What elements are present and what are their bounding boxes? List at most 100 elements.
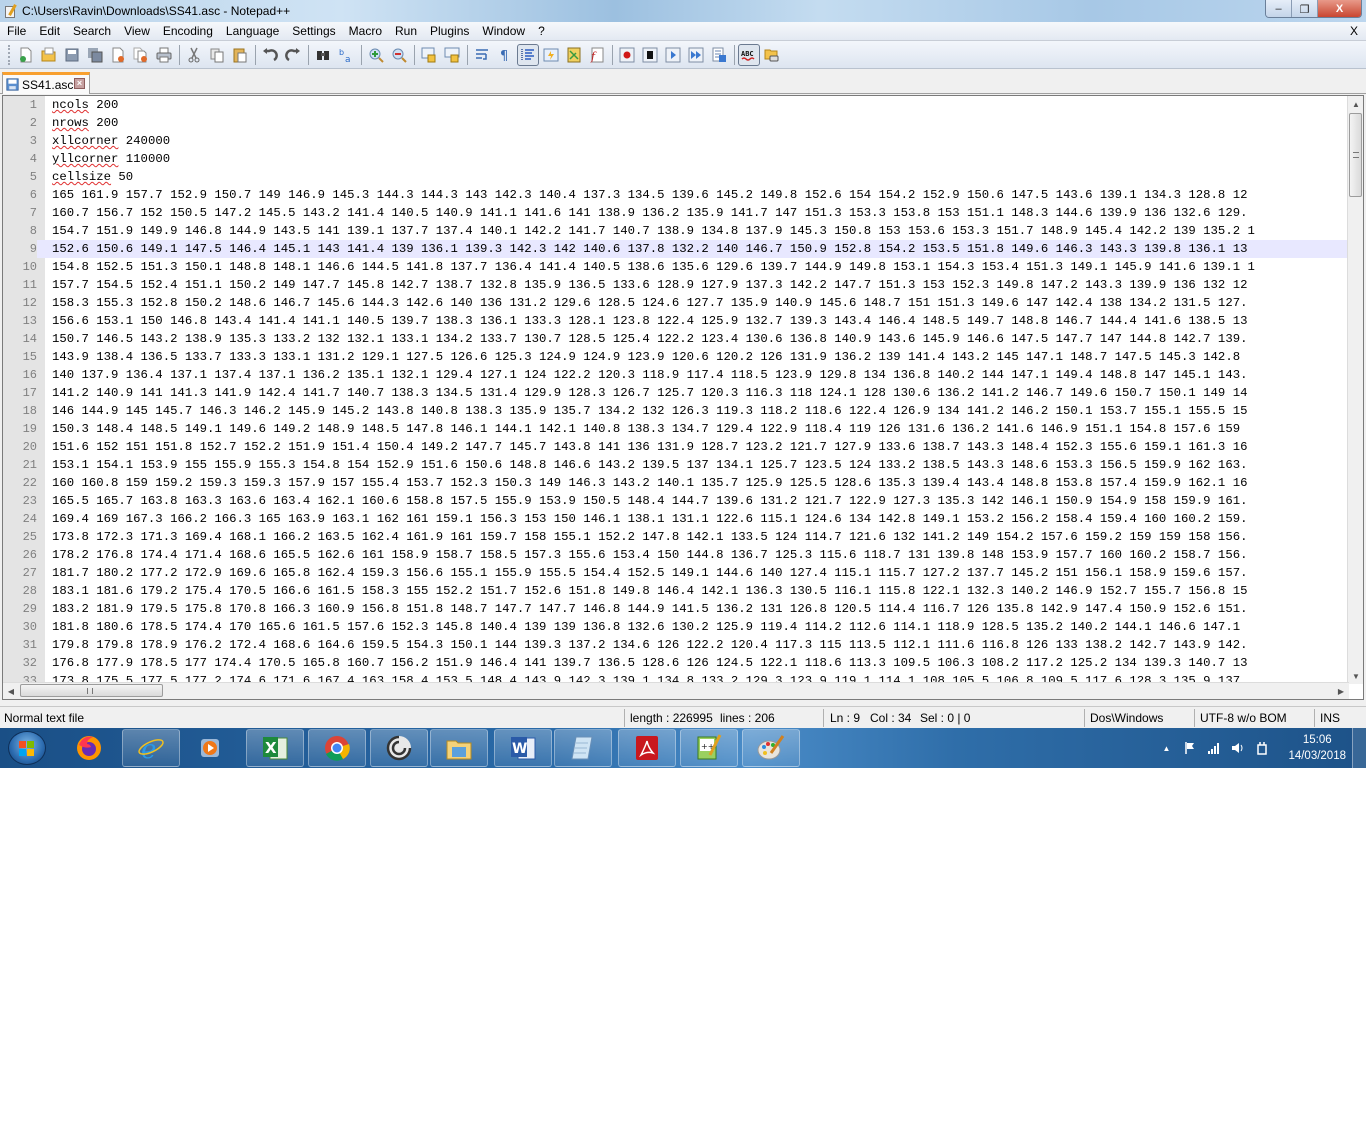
find-button[interactable] [312, 44, 334, 66]
user-defined-language-button[interactable] [540, 44, 562, 66]
text-editor[interactable]: 1 ncols 200 2 nrows 200 3 xllcorner 240000 4 yl… [2, 95, 1364, 700]
editor-line[interactable]: 25 173.8 172.3 171.3 169.4 168.1 166.2 16… [3, 528, 1349, 546]
taskbar-file-explorer[interactable] [430, 729, 488, 767]
play-macro-button[interactable] [662, 44, 684, 66]
scroll-down-arrow-icon[interactable]: ▼ [1348, 668, 1364, 684]
save-all-button[interactable] [84, 44, 106, 66]
show-desktop-button[interactable] [1352, 728, 1366, 768]
stop-recording-button[interactable] [639, 44, 661, 66]
editor-line[interactable]: 11 157.7 154.5 152.4 151.1 150.2 149 147.… [3, 276, 1349, 294]
editor-line[interactable]: 30 181.8 180.6 178.5 174.4 170 165.6 161.… [3, 618, 1349, 636]
network-signal-icon[interactable] [1207, 741, 1221, 755]
editor-line[interactable]: 32 176.8 177.9 178.5 177 174.4 170.5 165.… [3, 654, 1349, 672]
taskbar-acrobat-reader[interactable] [618, 729, 676, 767]
show-hidden-icons-button[interactable]: ▲ [1159, 741, 1173, 755]
close-all-button[interactable] [130, 44, 152, 66]
run-macro-multiple-button[interactable] [685, 44, 707, 66]
zoom-in-button[interactable] [365, 44, 387, 66]
document-map-button[interactable] [563, 44, 585, 66]
menu-help[interactable]: ? [531, 24, 551, 38]
undo-button[interactable] [259, 44, 281, 66]
menu-encoding[interactable]: Encoding [156, 24, 219, 38]
volume-icon[interactable] [1231, 741, 1245, 755]
taskbar-word[interactable]: W [494, 729, 552, 767]
vertical-scroll-thumb[interactable] [1349, 113, 1362, 197]
editor-line[interactable]: 17 141.2 140.9 141 141.3 141.9 142.4 141.… [3, 384, 1349, 402]
record-macro-button[interactable] [616, 44, 638, 66]
editor-line[interactable]: 19 150.3 148.4 148.5 149.1 149.6 149.2 14… [3, 420, 1349, 438]
editor-line[interactable]: 14 150.7 146.5 143.2 138.9 135.3 133.2 13… [3, 330, 1349, 348]
editor-line[interactable]: 18 146 144.9 145 145.7 146.3 146.2 145.9 … [3, 402, 1349, 420]
replace-button[interactable]: ba [335, 44, 357, 66]
cut-button[interactable] [183, 44, 205, 66]
menu-view[interactable]: View [117, 24, 156, 38]
editor-line[interactable]: 12 158.3 155.3 152.8 150.2 148.6 146.7 14… [3, 294, 1349, 312]
taskbar-swirl-app[interactable] [370, 729, 428, 767]
editor-content[interactable]: 1 ncols 200 2 nrows 200 3 xllcorner 240000 4 yl… [3, 96, 1349, 684]
editor-line[interactable]: 15 143.9 138.4 136.5 133.7 133.3 133.1 13… [3, 348, 1349, 366]
menu-macro[interactable]: Macro [342, 24, 388, 38]
editor-line[interactable]: 5 cellsize 50 [3, 168, 1349, 186]
editor-line[interactable]: 31 179.8 179.8 178.9 176.2 172.4 168.6 16… [3, 636, 1349, 654]
function-list-button[interactable]: f [586, 44, 608, 66]
taskbar-media-player[interactable] [182, 729, 240, 767]
minimize-button[interactable]: – [1266, 0, 1292, 17]
editor-line[interactable]: 9 152.6 150.6 149.1 147.5 146.4 145.1 143… [3, 240, 1349, 258]
close-document-button[interactable]: X [1350, 24, 1358, 38]
editor-line[interactable]: 16 140 137.9 136.4 137.1 137.4 137.1 136.… [3, 366, 1349, 384]
taskbar-firefox[interactable] [60, 729, 118, 767]
menu-language[interactable]: Language [219, 24, 285, 38]
open-file-button[interactable] [38, 44, 60, 66]
editor-line[interactable]: 26 178.2 176.8 174.4 171.4 168.6 165.5 16… [3, 546, 1349, 564]
taskbar-chrome[interactable] [308, 729, 366, 767]
taskbar-internet-explorer[interactable]: e [122, 729, 180, 767]
editor-line[interactable]: 21 153.1 154.1 153.9 155 155.9 155.3 154.… [3, 456, 1349, 474]
editor-line[interactable]: 10 154.8 152.5 151.3 150.1 148.8 148.1 14… [3, 258, 1349, 276]
sync-vertical-button[interactable] [418, 44, 440, 66]
editor-line[interactable]: 13 156.6 153.1 150 146.8 143.4 141.4 141.… [3, 312, 1349, 330]
vertical-scrollbar[interactable]: ▲ ▼ [1347, 96, 1363, 684]
editor-line[interactable]: 28 183.1 181.6 179.2 175.4 170.5 166.6 16… [3, 582, 1349, 600]
taskbar-notepad[interactable] [554, 729, 612, 767]
menu-run[interactable]: Run [388, 24, 423, 38]
tab-close-icon[interactable]: × [74, 78, 85, 89]
editor-line[interactable]: 23 165.5 165.7 163.8 163.3 163.6 163.4 16… [3, 492, 1349, 510]
action-center-flag-icon[interactable] [1183, 741, 1197, 755]
horizontal-scrollbar[interactable]: ◀ ▶ [3, 682, 1349, 699]
taskbar-paint[interactable] [742, 729, 800, 767]
power-plug-icon[interactable] [1255, 741, 1269, 755]
editor-line[interactable]: 6 165 161.9 157.7 152.9 150.7 149 146.9 1… [3, 186, 1349, 204]
editor-line[interactable]: 22 160 160.8 159 159.2 159.3 159.3 157.9 … [3, 474, 1349, 492]
horizontal-scroll-thumb[interactable] [20, 684, 163, 697]
menu-search[interactable]: Search [66, 24, 117, 38]
menu-window[interactable]: Window [475, 24, 531, 38]
save-macro-button[interactable] [708, 44, 730, 66]
new-file-button[interactable] [15, 44, 37, 66]
status-insert-mode[interactable]: INS [1316, 707, 1340, 729]
menu-file[interactable]: File [0, 24, 32, 38]
menu-plugins[interactable]: Plugins [423, 24, 475, 38]
restore-button[interactable]: ❐ [1292, 0, 1318, 17]
menu-edit[interactable]: Edit [32, 24, 66, 38]
editor-line[interactable]: 4 yllcorner 110000 [3, 150, 1349, 168]
folder-as-workspace-button[interactable] [761, 44, 783, 66]
close-button[interactable]: X [1318, 0, 1361, 17]
show-all-characters-button[interactable]: ¶ [494, 44, 516, 66]
redo-button[interactable] [282, 44, 304, 66]
status-encoding[interactable]: UTF-8 w/o BOM [1196, 707, 1287, 729]
editor-line[interactable]: 24 169.4 169 167.3 166.2 166.3 165 163.9 … [3, 510, 1349, 528]
status-eol-format[interactable]: Dos\Windows [1086, 707, 1163, 729]
editor-line[interactable]: 1 ncols 200 [3, 96, 1349, 114]
taskbar-excel[interactable]: X [246, 729, 304, 767]
menu-settings[interactable]: Settings [285, 24, 341, 38]
editor-line[interactable]: 27 181.7 180.2 177.2 172.9 169.6 165.8 16… [3, 564, 1349, 582]
save-button[interactable] [61, 44, 83, 66]
tab-ss41-asc[interactable]: SS41.asc × [2, 72, 90, 94]
copy-button[interactable] [206, 44, 228, 66]
editor-line[interactable]: 2 nrows 200 [3, 114, 1349, 132]
print-button[interactable] [153, 44, 175, 66]
zoom-out-button[interactable] [388, 44, 410, 66]
close-file-button[interactable] [107, 44, 129, 66]
editor-line[interactable]: 3 xllcorner 240000 [3, 132, 1349, 150]
scroll-up-arrow-icon[interactable]: ▲ [1348, 96, 1364, 112]
